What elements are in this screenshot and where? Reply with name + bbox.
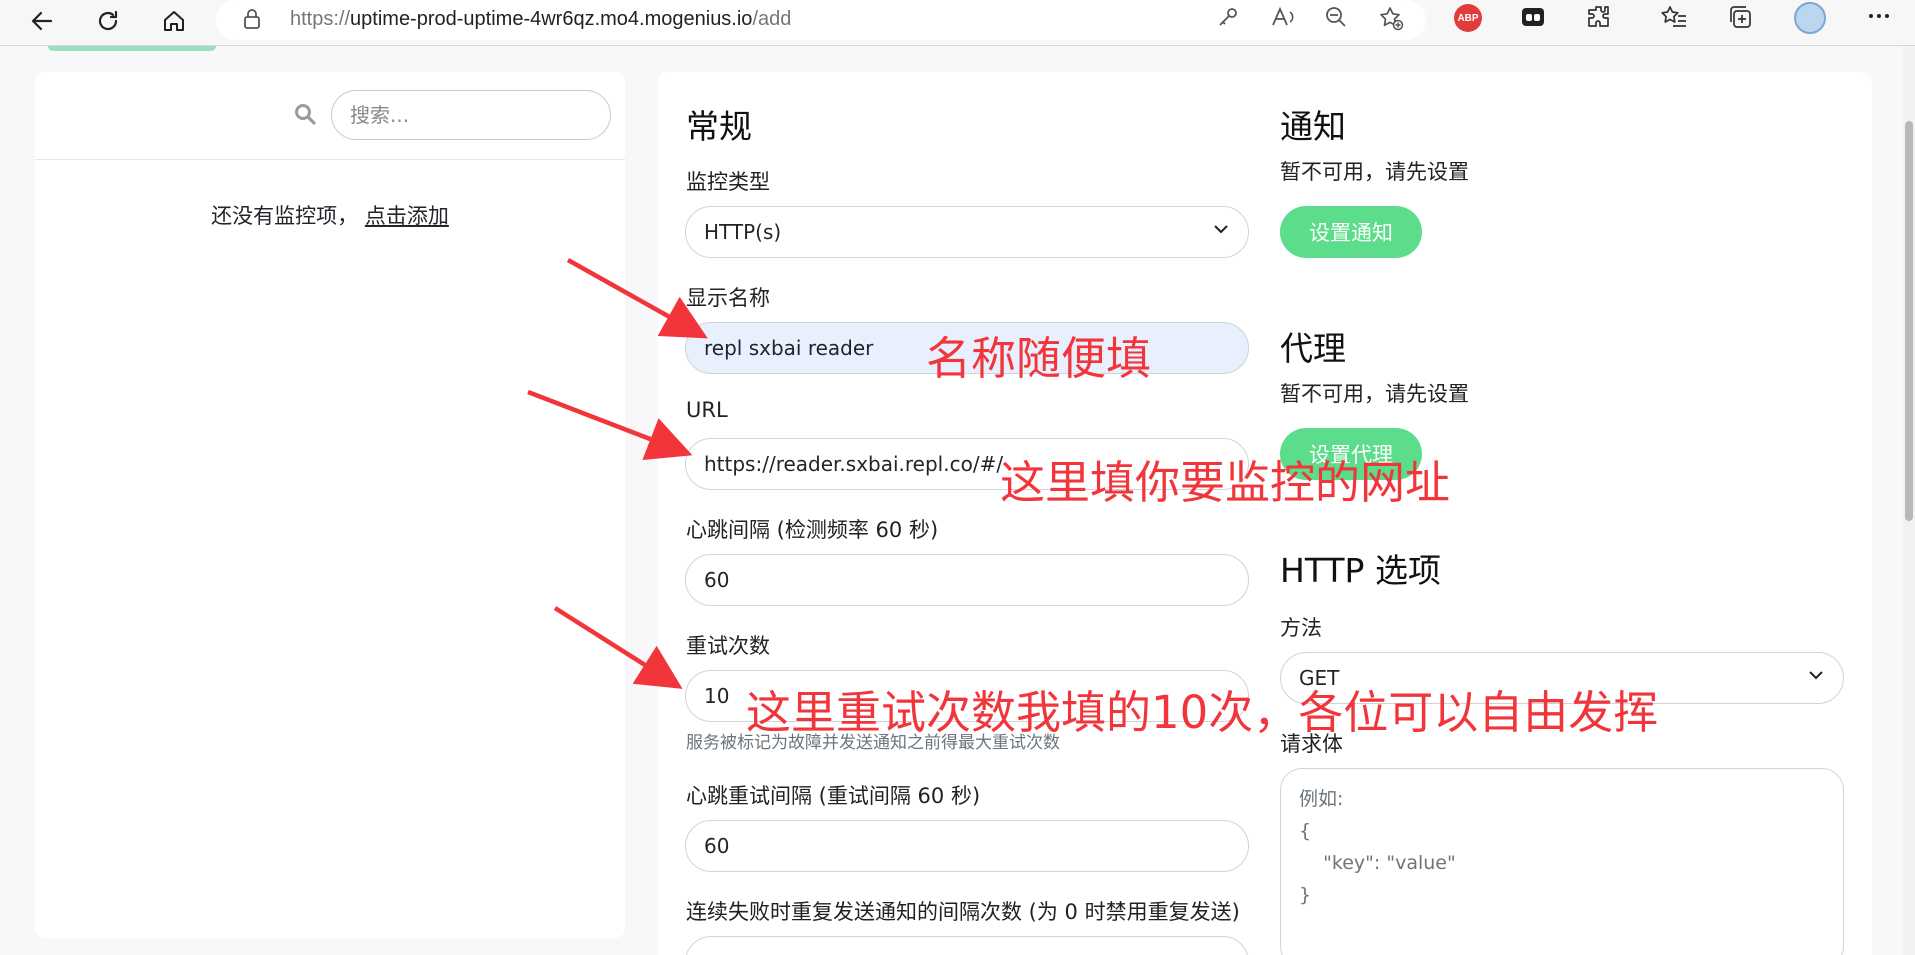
scrollbar-thumb[interactable]: [1905, 121, 1913, 521]
page-scrollbar[interactable]: [1903, 46, 1915, 955]
annotation-retries: 这里重试次数我填的10次，各位可以自由发挥: [746, 686, 1659, 739]
annotation-url: 这里填你要监控的网址: [1000, 456, 1451, 509]
annotation-arrows: [527, 258, 708, 689]
annotation-name: 名称随便填: [926, 332, 1152, 385]
arrow-to-url: [527, 389, 693, 461]
arrow-to-retries: [553, 606, 683, 689]
arrow-to-display-name: [566, 258, 708, 339]
